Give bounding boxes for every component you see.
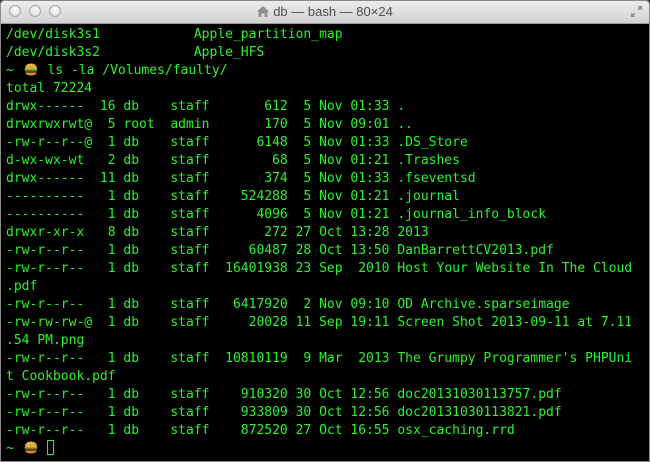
output-text: -rw-r--r-- 1 db staff 872520 27 Oct 16:5… [6,423,515,438]
fullscreen-icon[interactable] [630,5,643,18]
output-text: drwxr-xr-x 8 db staff 272 27 Oct 13:28 2… [6,225,429,240]
terminal-line: total 72224 [6,80,649,98]
command-text: ls -la /Volumes/faulty/ [39,63,228,78]
terminal-line: drwx------ 16 db staff 612 5 Nov 01:33 . [6,98,649,116]
terminal-line: ~ ls -la /Volumes/faulty/ [6,62,649,80]
output-text: t Cookbook.pdf [6,369,116,384]
output-text: -rw-r--r-- 1 db staff 10810119 9 Mar 201… [6,351,633,366]
terminal-line: drwx------ 11 db staff 374 5 Nov 01:33 .… [6,170,649,188]
output-text: -rw-rw-rw-@ 1 db staff 20028 11 Sep 19:1… [6,315,633,330]
output-text: d-wx-wx-wt 2 db staff 68 5 Nov 01:21 .Tr… [6,153,460,168]
text-cursor[interactable] [47,440,55,455]
terminal-line: ---------- 1 db staff 4096 5 Nov 01:21 .… [6,206,649,224]
output-text: -rw-r--r-- 1 db staff 16401938 23 Sep 20… [6,261,633,276]
output-text: -rw-r--r-- 1 db staff 910320 30 Oct 12:5… [6,387,562,402]
terminal-line: drwxr-xr-x 8 db staff 272 27 Oct 13:28 2… [6,224,649,242]
terminal-output[interactable]: /dev/disk3s1 Apple_partition_map/dev/dis… [6,26,649,461]
prompt-tilde: ~ [6,441,22,456]
terminal-line: -rw-rw-rw-@ 1 db staff 20028 11 Sep 19:1… [6,314,649,332]
terminal-line: ~ [6,440,649,458]
output-text: .54 PM.png [6,333,85,348]
terminal-line: -rw-r--r-- 1 db staff 10810119 9 Mar 201… [6,350,649,368]
terminal-line: -rw-r--r-- 1 db staff 60487 28 Oct 13:50… [6,242,649,260]
terminal-line: .54 PM.png [6,332,649,350]
hamburger-icon [23,441,39,454]
terminal-line: /dev/disk3s2 Apple_HFS [6,44,649,62]
output-text: /dev/disk3s2 Apple_HFS [6,45,265,60]
title-bar[interactable]: db — bash — 80×24 [1,1,649,24]
terminal-line: -rw-r--r--@ 1 db staff 6148 5 Nov 01:33 … [6,134,649,152]
terminal-line: -rw-r--r-- 1 db staff 16401938 23 Sep 20… [6,260,649,278]
terminal-line: ---------- 1 db staff 524288 5 Nov 01:21… [6,188,649,206]
terminal-line: .pdf [6,278,649,296]
output-text: /dev/disk3s1 Apple_partition_map [6,27,343,42]
window-title: db — bash — 80×24 [1,4,649,19]
terminal-line: d-wx-wx-wt 2 db staff 68 5 Nov 01:21 .Tr… [6,152,649,170]
terminal-window: db — bash — 80×24 /dev/disk3s1 Apple_par… [0,0,650,462]
output-text: total 72224 [6,81,93,96]
terminal-line: drwxrwxrwt@ 5 root admin 170 5 Nov 09:01… [6,116,649,134]
output-text: -rw-r--r-- 1 db staff 6417920 2 Nov 09:1… [6,297,570,312]
prompt-tilde: ~ [6,63,22,78]
output-text: .pdf [6,279,38,294]
terminal-line: /dev/disk3s1 Apple_partition_map [6,26,649,44]
output-text: ---------- 1 db staff 524288 5 Nov 01:21… [6,189,460,204]
output-text: -rw-r--r--@ 1 db staff 6148 5 Nov 01:33 … [6,135,468,150]
home-icon [257,6,270,17]
terminal-line: -rw-r--r-- 1 db staff 910320 30 Oct 12:5… [6,386,649,404]
output-text: drwx------ 11 db staff 374 5 Nov 01:33 .… [6,171,476,186]
window-title-text: db — bash — 80×24 [273,4,393,19]
output-text: -rw-r--r-- 1 db staff 60487 28 Oct 13:50… [6,243,554,258]
command-text [40,441,48,456]
output-text: drwxrwxrwt@ 5 root admin 170 5 Nov 09:01… [6,117,413,132]
terminal-line: t Cookbook.pdf [6,368,649,386]
terminal-line: -rw-r--r-- 1 db staff 933809 30 Oct 12:5… [6,404,649,422]
output-text: ---------- 1 db staff 4096 5 Nov 01:21 .… [6,207,547,222]
terminal-line: -rw-r--r-- 1 db staff 872520 27 Oct 16:5… [6,422,649,440]
output-text: drwx------ 16 db staff 612 5 Nov 01:33 . [6,99,406,114]
output-text: -rw-r--r-- 1 db staff 933809 30 Oct 12:5… [6,405,562,420]
hamburger-icon [23,63,39,76]
terminal-line: -rw-r--r-- 1 db staff 6417920 2 Nov 09:1… [6,296,649,314]
